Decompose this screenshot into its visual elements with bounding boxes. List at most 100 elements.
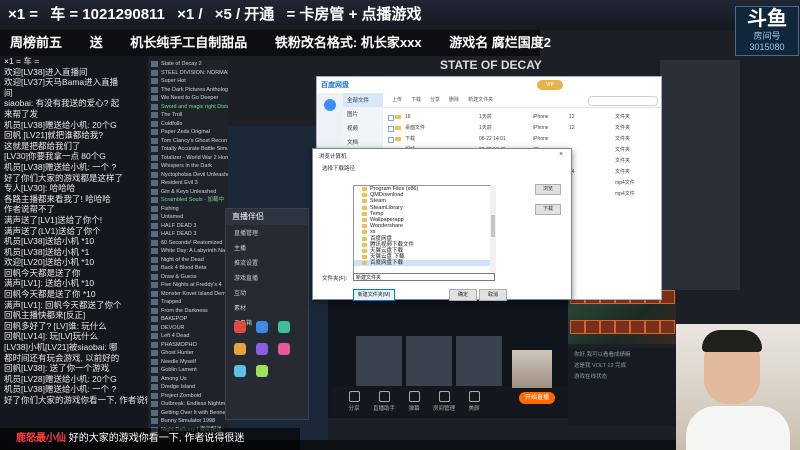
start-live-button[interactable]: 开始直播 [519, 392, 555, 404]
netdisk-file-row[interactable]: 下载 08-22 14:01 iPhone 文件夹 [383, 135, 661, 144]
ok-button[interactable]: 确定 [449, 289, 477, 301]
toolbar-button[interactable]: 弹幕 [402, 391, 426, 412]
assistant-tool-icon[interactable] [234, 343, 246, 355]
game-list-item[interactable]: Totally Accurate Battle Simulator [148, 145, 228, 154]
game-list-item[interactable]: Outbreak: Endless Nightmares [148, 400, 228, 409]
game-list-item[interactable]: Sword and magic right Distances [148, 103, 228, 112]
assistant-menu-item[interactable]: 主播 [226, 240, 308, 255]
netdisk-file-row[interactable]: 桌面文件 1天前 iPhone 12 文件夹 [383, 124, 661, 133]
scene-thumbnail[interactable] [356, 336, 402, 388]
game-list-item[interactable]: Nyctophobia Devil Unleashed [148, 171, 228, 180]
game-list-item[interactable]: State of Decay 2 [148, 60, 228, 69]
cancel-button[interactable]: 取消 [479, 289, 507, 301]
folder-tree-item[interactable]: 百度网盘下载 [354, 260, 492, 267]
game-list-item[interactable]: Untamed [148, 213, 228, 222]
scene-thumbnail[interactable] [456, 336, 502, 388]
game-list-item[interactable]: Paper Zeds Original [148, 128, 228, 137]
game-list-item[interactable]: Five Nights at Freddy's 4 [148, 281, 228, 290]
download-button[interactable]: 下载 [535, 204, 561, 215]
game-list-item[interactable]: Trapped [148, 298, 228, 307]
folder-tree-scrollbar[interactable] [490, 185, 496, 277]
game-list-item[interactable]: Ghost Hunter [148, 349, 228, 358]
scrollbar-thumb[interactable] [491, 215, 495, 237]
netdisk-category[interactable]: 文档 [343, 135, 383, 149]
game-list-item[interactable]: Super Hot [148, 77, 228, 86]
toolbar-button[interactable]: 美颜 [462, 391, 486, 412]
folder-icon [362, 199, 367, 204]
game-list-item[interactable]: Whispers in the Dark [148, 162, 228, 171]
game-list-item[interactable]: Totalizer - World War 2 Horror Su [148, 154, 228, 163]
assistant-tool-icon[interactable] [234, 365, 246, 377]
search-input[interactable] [588, 96, 658, 106]
game-list-item[interactable]: HALF DEAD 3 [148, 222, 228, 231]
assistant-tool-icon[interactable] [278, 321, 290, 333]
game-list-item[interactable]: PHASMOPHO [148, 341, 228, 350]
game-list-item[interactable]: Left 4 Dead [148, 332, 228, 341]
toolbar-button[interactable]: 直播助手 [372, 391, 396, 412]
game-list-item[interactable]: The Troll [148, 111, 228, 120]
game-list-item[interactable]: Among Us [148, 375, 228, 384]
netdisk-category[interactable]: 图片 [343, 107, 383, 121]
game-list-item[interactable]: Draw & Guess [148, 273, 228, 282]
game-list-item[interactable]: STEEL DIVISION: NORMANDY 44 [148, 69, 228, 78]
netdisk-category[interactable]: 视频 [343, 121, 383, 135]
vip-badge[interactable]: VIP [537, 80, 563, 90]
game-list-item[interactable]: Fishing [148, 205, 228, 214]
game-list-item[interactable]: Tom Clancy's Ghost Recon Wildlands [148, 137, 228, 146]
netdisk-tool-button[interactable]: 下载 [411, 93, 421, 107]
assistant-menu-item[interactable]: 直播管理 [226, 225, 308, 240]
netdisk-tool-button[interactable]: 新建文件夹 [468, 93, 493, 107]
game-list-item[interactable]: Goblin Lament [148, 366, 228, 375]
game-list-item[interactable]: Dredge Island [148, 383, 228, 392]
game-list-item[interactable]: DEVOUR [148, 324, 228, 333]
game-icon [151, 316, 158, 322]
assistant-tool-icon[interactable] [234, 321, 246, 333]
game-list-item[interactable]: Coldfollo [148, 120, 228, 129]
game-list-item[interactable]: Resident Evil 3 [148, 179, 228, 188]
assistant-menu-item[interactable]: 推流设置 [226, 255, 308, 270]
browse-button[interactable]: 浏览 [535, 184, 561, 195]
netdisk-file-row[interactable]: 18 1天前 iPhone 12 文件夹 [383, 113, 661, 122]
game-list-item[interactable]: Back 4 Blood Beta [148, 264, 228, 273]
file-name: 下载 [405, 136, 416, 142]
game-list-item[interactable]: Night of the Dead [148, 256, 228, 265]
game-list-item[interactable]: Project Zomboid [148, 392, 228, 401]
netdisk-tool-button[interactable]: 删除 [449, 93, 459, 107]
game-list-item[interactable]: The Dark Pictures Anthology: Little [148, 86, 228, 95]
assistant-menu-item[interactable]: 互动 [226, 285, 308, 300]
file-checkbox[interactable] [388, 115, 394, 121]
game-list-item[interactable]: Bunny Simulator 1998 [148, 417, 228, 426]
game-list-item[interactable]: We Need to Go Deeper [148, 94, 228, 103]
assistant-menu-item[interactable]: 游戏直播 [226, 270, 308, 285]
netdisk-tool-button[interactable]: 分享 [430, 93, 440, 107]
game-list-item[interactable]: HALF DEAD 3 [148, 230, 228, 239]
netdisk-tool-button[interactable]: 上传 [392, 93, 402, 107]
toolbar-button[interactable]: 房间管理 [432, 391, 456, 412]
assistant-tool-icon[interactable] [256, 321, 268, 333]
game-list-item[interactable]: 60 Seconds! Reatomized [148, 239, 228, 248]
game-list-item[interactable]: BAKEPOP [148, 315, 228, 324]
game-list-item[interactable]: Gin & Keys Unleashed [148, 188, 228, 197]
game-list-item[interactable]: Getting Over It with Bennett Foddy [148, 409, 228, 418]
file-checkbox[interactable] [388, 137, 394, 143]
user-avatar-icon[interactable] [324, 99, 336, 111]
folder-name-field[interactable]: 新建文件夹 [353, 273, 495, 281]
achievement-badge-icon [570, 320, 585, 334]
toolbar-button[interactable]: 分享 [342, 391, 366, 412]
assistant-menu-item[interactable]: 素材 [226, 300, 308, 315]
scene-thumbnail[interactable] [406, 336, 452, 388]
game-icon [151, 180, 158, 186]
game-list-item[interactable]: Scrambled Souls - 加载中 [148, 196, 228, 205]
close-icon[interactable]: × [559, 151, 563, 158]
game-list-item[interactable]: Monster Kovet Island Demo [148, 290, 228, 299]
netdisk-category[interactable]: 全部文件 [343, 93, 383, 107]
file-checkbox[interactable] [388, 126, 394, 132]
assistant-tool-icon[interactable] [278, 343, 290, 355]
game-list-item[interactable]: Needle Myself [148, 358, 228, 367]
assistant-tool-icon[interactable] [256, 365, 268, 377]
game-list-item[interactable]: From the Darkness [148, 307, 228, 316]
new-folder-button[interactable]: 新建文件夹(M) [353, 289, 395, 301]
game-icon [151, 120, 158, 127]
game-list-item[interactable]: White Day: A Labyrinth Named School [148, 247, 228, 256]
assistant-tool-icon[interactable] [256, 343, 268, 355]
